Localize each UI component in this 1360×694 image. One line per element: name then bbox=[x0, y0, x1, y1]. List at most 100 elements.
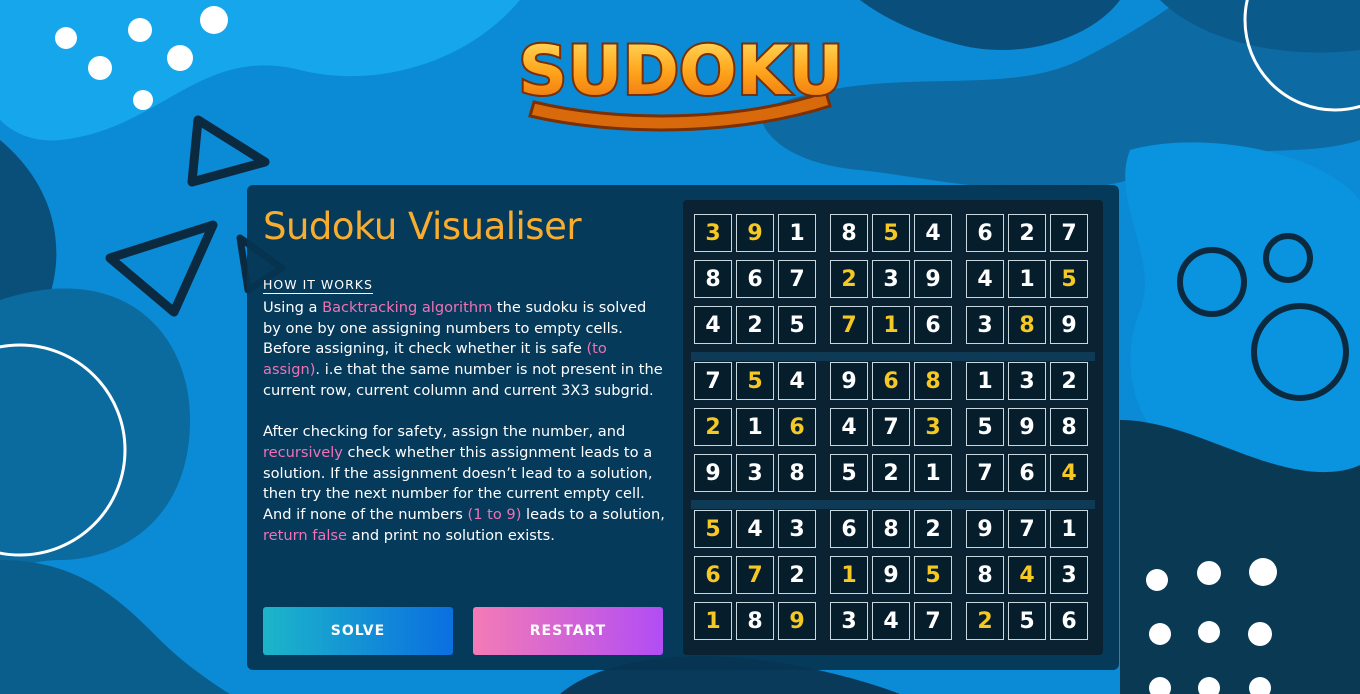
sudoku-cell[interactable]: 2 bbox=[1008, 214, 1046, 252]
sudoku-cell[interactable]: 7 bbox=[778, 260, 816, 298]
sudoku-cell[interactable]: 3 bbox=[914, 408, 952, 446]
sudoku-cell[interactable]: 2 bbox=[778, 556, 816, 594]
sudoku-cell[interactable]: 9 bbox=[872, 556, 910, 594]
sudoku-cell[interactable]: 7 bbox=[914, 602, 952, 640]
highlight-return-false: return false bbox=[263, 526, 347, 544]
sudoku-cell[interactable]: 5 bbox=[914, 556, 952, 594]
sudoku-cell[interactable]: 9 bbox=[736, 214, 774, 252]
text-span: After checking for safety, assign the nu… bbox=[263, 423, 626, 441]
sudoku-cell[interactable]: 7 bbox=[736, 556, 774, 594]
sudoku-cell[interactable]: 5 bbox=[778, 306, 816, 344]
sudoku-cell[interactable]: 4 bbox=[966, 260, 1004, 298]
sudoku-cell[interactable]: 5 bbox=[694, 510, 732, 548]
sudoku-cell[interactable]: 3 bbox=[778, 510, 816, 548]
sudoku-cell[interactable]: 9 bbox=[830, 362, 868, 400]
sudoku-cell[interactable]: 3 bbox=[736, 454, 774, 492]
sudoku-cell[interactable]: 8 bbox=[736, 602, 774, 640]
block-separator bbox=[691, 500, 1095, 509]
sudoku-cell[interactable]: 1 bbox=[1008, 260, 1046, 298]
highlight-backtracking: Backtracking algorithm bbox=[322, 299, 493, 316]
sudoku-cell[interactable]: 7 bbox=[1050, 214, 1088, 252]
sudoku-cell[interactable]: 2 bbox=[872, 454, 910, 492]
sudoku-cell[interactable]: 5 bbox=[1050, 260, 1088, 298]
sudoku-cell[interactable]: 7 bbox=[1008, 510, 1046, 548]
sudoku-cell[interactable]: 2 bbox=[830, 260, 868, 298]
sudoku-cell[interactable]: 3 bbox=[966, 306, 1004, 344]
sudoku-cell[interactable]: 7 bbox=[966, 454, 1004, 492]
sudoku-cell[interactable]: 6 bbox=[778, 408, 816, 446]
sudoku-cell[interactable]: 6 bbox=[736, 260, 774, 298]
sudoku-cell[interactable]: 1 bbox=[872, 306, 910, 344]
sudoku-cell[interactable]: 5 bbox=[966, 408, 1004, 446]
sudoku-cell[interactable]: 6 bbox=[1050, 602, 1088, 640]
sudoku-cell[interactable]: 3 bbox=[830, 602, 868, 640]
sudoku-cell[interactable]: 8 bbox=[872, 510, 910, 548]
sudoku-cell[interactable]: 1 bbox=[694, 602, 732, 640]
sudoku-cell[interactable]: 6 bbox=[966, 214, 1004, 252]
text-span: Using a bbox=[263, 299, 323, 316]
sudoku-cell[interactable]: 7 bbox=[830, 306, 868, 344]
sudoku-cell[interactable]: 6 bbox=[830, 510, 868, 548]
sudoku-cell[interactable]: 1 bbox=[778, 214, 816, 252]
highlight-recursively: recursively bbox=[263, 443, 343, 461]
sudoku-cell[interactable]: 9 bbox=[778, 602, 816, 640]
sudoku-cell[interactable]: 8 bbox=[830, 214, 868, 252]
sudoku-cell[interactable]: 3 bbox=[694, 214, 732, 252]
highlight-range: (1 to 9) bbox=[467, 506, 522, 524]
sudoku-cell[interactable]: 6 bbox=[1008, 454, 1046, 492]
sudoku-cell[interactable]: 4 bbox=[872, 602, 910, 640]
sudoku-cell[interactable]: 5 bbox=[830, 454, 868, 492]
sudoku-cell[interactable]: 2 bbox=[694, 408, 732, 446]
sudoku-cell[interactable]: 4 bbox=[914, 214, 952, 252]
sudoku-cell[interactable]: 6 bbox=[872, 362, 910, 400]
sudoku-cell[interactable]: 8 bbox=[914, 362, 952, 400]
sudoku-cell[interactable]: 4 bbox=[736, 510, 774, 548]
sudoku-cell[interactable]: 1 bbox=[830, 556, 868, 594]
sudoku-cell[interactable]: 8 bbox=[966, 556, 1004, 594]
sudoku-cell[interactable]: 7 bbox=[872, 408, 910, 446]
sudoku-cell[interactable]: 4 bbox=[830, 408, 868, 446]
algorithm-description: Using a Backtracking algorithm the sudok… bbox=[263, 298, 668, 567]
solve-button[interactable]: SOLVE bbox=[263, 607, 453, 655]
sudoku-cell[interactable]: 7 bbox=[694, 362, 732, 400]
sudoku-cell[interactable]: 3 bbox=[1008, 362, 1046, 400]
sudoku-cell[interactable]: 6 bbox=[914, 306, 952, 344]
sudoku-cell[interactable]: 4 bbox=[1008, 556, 1046, 594]
sudoku-cell[interactable]: 4 bbox=[778, 362, 816, 400]
sudoku-cell[interactable]: 4 bbox=[1050, 454, 1088, 492]
sudoku-cell[interactable]: 2 bbox=[966, 602, 1004, 640]
block-separator bbox=[691, 352, 1095, 361]
sudoku-cell[interactable]: 8 bbox=[778, 454, 816, 492]
sudoku-cell[interactable]: 5 bbox=[872, 214, 910, 252]
sudoku-cell[interactable]: 8 bbox=[694, 260, 732, 298]
sudoku-cell[interactable]: 9 bbox=[966, 510, 1004, 548]
sudoku-cell[interactable]: 8 bbox=[1008, 306, 1046, 344]
sudoku-cell[interactable]: 2 bbox=[736, 306, 774, 344]
sudoku-cell[interactable]: 5 bbox=[1008, 602, 1046, 640]
sudoku-logo: SUDOKU bbox=[516, 30, 846, 132]
sudoku-cell[interactable]: 9 bbox=[1008, 408, 1046, 446]
sudoku-cell[interactable]: 1 bbox=[966, 362, 1004, 400]
sudoku-cell[interactable]: 9 bbox=[694, 454, 732, 492]
visualiser-panel: Sudoku Visualiser HOW IT WORKS Using a B… bbox=[247, 185, 1119, 670]
sudoku-cell[interactable]: 9 bbox=[914, 260, 952, 298]
sudoku-cell[interactable]: 1 bbox=[736, 408, 774, 446]
sudoku-cell[interactable]: 5 bbox=[736, 362, 774, 400]
restart-button[interactable]: RESTART bbox=[473, 607, 663, 655]
text-span: leads to a solution, bbox=[521, 506, 665, 524]
sudoku-cell[interactable]: 3 bbox=[1050, 556, 1088, 594]
sudoku-cell[interactable]: 1 bbox=[1050, 510, 1088, 548]
description-paragraph-2: After checking for safety, assign the nu… bbox=[263, 422, 668, 546]
sudoku-cell[interactable]: 6 bbox=[694, 556, 732, 594]
sudoku-cell[interactable]: 9 bbox=[1050, 306, 1088, 344]
logo-text: SUDOKU bbox=[518, 32, 843, 111]
how-it-works-heading: HOW IT WORKS bbox=[263, 277, 373, 294]
sudoku-board: 3918546278672394154257163897549681322164… bbox=[683, 200, 1103, 655]
description-paragraph-1: Using a Backtracking algorithm the sudok… bbox=[263, 298, 668, 402]
sudoku-cell[interactable]: 2 bbox=[1050, 362, 1088, 400]
sudoku-cell[interactable]: 2 bbox=[914, 510, 952, 548]
sudoku-cell[interactable]: 8 bbox=[1050, 408, 1088, 446]
sudoku-cell[interactable]: 3 bbox=[872, 260, 910, 298]
sudoku-cell[interactable]: 4 bbox=[694, 306, 732, 344]
sudoku-cell[interactable]: 1 bbox=[914, 454, 952, 492]
